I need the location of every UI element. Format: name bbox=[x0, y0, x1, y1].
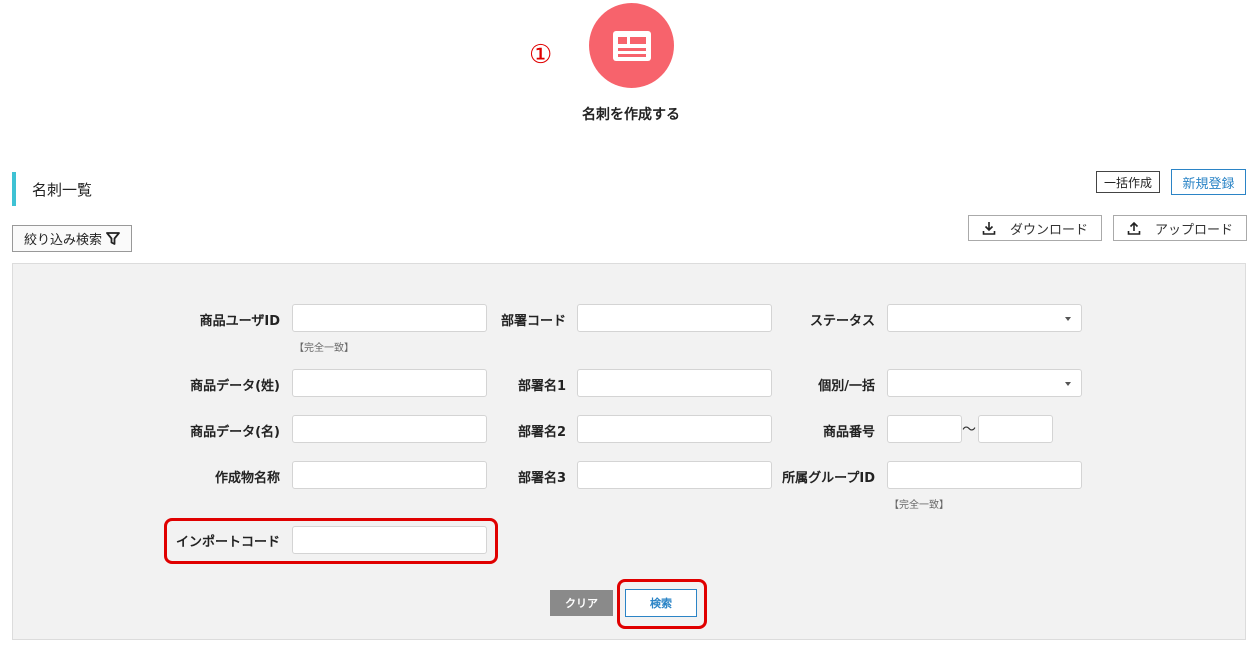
upload-button[interactable]: アップロード bbox=[1113, 215, 1247, 241]
product-user-id-label: 商品ユーザID bbox=[199, 314, 280, 329]
product-data-last-label: 商品データ(姓) bbox=[190, 379, 280, 394]
create-business-card-label[interactable]: 名刺を作成する bbox=[560, 104, 702, 124]
work-name-label: 作成物名称 bbox=[214, 471, 280, 486]
create-business-card-button[interactable] bbox=[589, 3, 674, 88]
product-user-id-note: 【完全一致】 bbox=[294, 343, 354, 354]
dept-code-input[interactable] bbox=[577, 304, 772, 332]
status-label: ステータス bbox=[809, 314, 875, 329]
chevron-down-icon bbox=[1065, 382, 1071, 386]
dept-code-label: 部署コード bbox=[500, 314, 566, 329]
clear-label: クリア bbox=[565, 597, 598, 610]
clear-button[interactable]: クリア bbox=[550, 590, 613, 616]
product-number-label: 商品番号 bbox=[822, 425, 875, 440]
page-title: 名刺一覧 bbox=[32, 181, 93, 199]
upload-icon bbox=[1127, 221, 1141, 235]
highlight-box-import-code bbox=[164, 518, 498, 564]
dept-name1-label: 部署名1 bbox=[517, 379, 566, 394]
dept-name2-input[interactable] bbox=[577, 415, 772, 443]
filter-search-label: 絞り込み検索 bbox=[23, 233, 102, 248]
status-select[interactable] bbox=[887, 304, 1082, 332]
product-user-id-input[interactable] bbox=[292, 304, 487, 332]
highlight-box-search bbox=[617, 579, 707, 629]
group-id-label: 所属グループID bbox=[782, 471, 875, 486]
work-name-input[interactable] bbox=[292, 461, 487, 489]
filter-search-button[interactable]: 絞り込み検索 bbox=[12, 225, 132, 252]
filter-icon bbox=[106, 232, 120, 245]
download-icon bbox=[982, 222, 996, 235]
bulk-create-button[interactable]: 一括作成 bbox=[1096, 171, 1160, 193]
chevron-down-icon bbox=[1065, 317, 1071, 321]
business-card-icon bbox=[612, 30, 651, 61]
product-number-to-input[interactable] bbox=[978, 415, 1053, 443]
product-data-first-input[interactable] bbox=[292, 415, 487, 443]
annotation-step-1: ① bbox=[529, 40, 553, 70]
new-register-button[interactable]: 新規登録 bbox=[1171, 169, 1246, 195]
range-separator: 〜 bbox=[962, 422, 976, 438]
section-accent-bar bbox=[12, 172, 16, 206]
product-data-first-label: 商品データ(名) bbox=[190, 425, 280, 440]
group-id-input[interactable] bbox=[887, 461, 1082, 489]
individual-bulk-label: 個別/一括 bbox=[818, 379, 875, 394]
upload-label: アップロード bbox=[1154, 222, 1233, 238]
individual-bulk-select[interactable] bbox=[887, 369, 1082, 397]
dept-name2-label: 部署名2 bbox=[517, 425, 566, 440]
download-button[interactable]: ダウンロード bbox=[968, 215, 1102, 241]
group-id-note: 【完全一致】 bbox=[889, 500, 949, 511]
product-data-last-input[interactable] bbox=[292, 369, 487, 397]
dept-name1-input[interactable] bbox=[577, 369, 772, 397]
bulk-create-label: 一括作成 bbox=[1103, 175, 1152, 190]
product-number-from-input[interactable] bbox=[887, 415, 962, 443]
dept-name3-label: 部署名3 bbox=[517, 471, 566, 486]
download-label: ダウンロード bbox=[1009, 222, 1088, 238]
new-register-label: 新規登録 bbox=[1182, 176, 1235, 192]
dept-name3-input[interactable] bbox=[577, 461, 772, 489]
